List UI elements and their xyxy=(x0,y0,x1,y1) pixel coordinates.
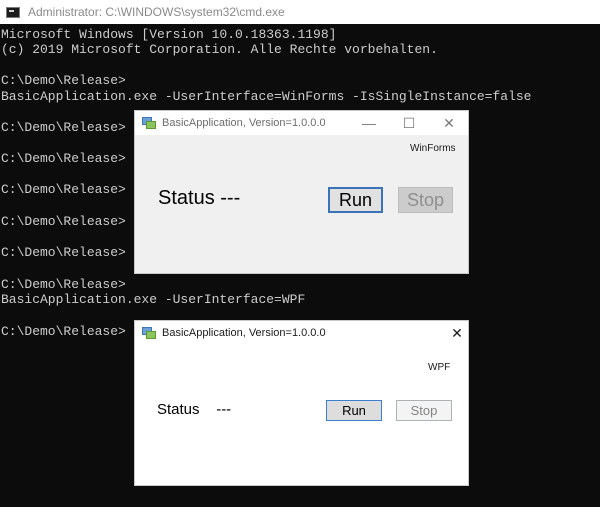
console-line: (c) 2019 Microsoft Corporation. Alle Rec… xyxy=(1,42,438,57)
cmd-icon xyxy=(6,6,20,18)
stop-button[interactable]: Stop xyxy=(398,187,453,213)
console-line: C:\Demo\Release> xyxy=(1,182,126,197)
status-label: Status --- xyxy=(157,401,232,418)
run-button[interactable]: Run xyxy=(328,187,383,213)
run-button[interactable]: Run xyxy=(326,400,382,421)
console-line: C:\Demo\Release> xyxy=(1,324,126,339)
stop-button[interactable]: Stop xyxy=(396,400,452,421)
wpf-window: BasicApplication, Version=1.0.0.0 ✕ WPF … xyxy=(134,320,469,486)
maximize-icon[interactable]: ☐ xyxy=(389,111,429,135)
app-icon xyxy=(142,327,156,339)
console-line: BasicApplication.exe -UserInterface=WinF… xyxy=(1,89,532,104)
wpf-title: BasicApplication, Version=1.0.0.0 xyxy=(162,327,326,339)
minimize-icon[interactable]: — xyxy=(349,111,389,135)
console-line: C:\Demo\Release> xyxy=(1,151,126,166)
console-line: C:\Demo\Release> xyxy=(1,73,126,88)
wpf-titlebar[interactable]: BasicApplication, Version=1.0.0.0 ✕ xyxy=(135,321,468,345)
console-title: Administrator: C:\WINDOWS\system32\cmd.e… xyxy=(28,5,285,19)
console-line: C:\Demo\Release> xyxy=(1,277,126,292)
console-titlebar[interactable]: Administrator: C:\WINDOWS\system32\cmd.e… xyxy=(0,0,600,24)
close-icon[interactable]: ✕ xyxy=(437,321,477,345)
winforms-title: BasicApplication, Version=1.0.0.0 xyxy=(162,117,326,129)
console-line: C:\Demo\Release> xyxy=(1,245,126,260)
winforms-window: BasicApplication, Version=1.0.0.0 — ☐ ✕ … xyxy=(134,110,469,274)
winforms-titlebar[interactable]: BasicApplication, Version=1.0.0.0 — ☐ ✕ xyxy=(135,111,468,135)
console-line: BasicApplication.exe -UserInterface=WPF xyxy=(1,292,306,307)
close-icon[interactable]: ✕ xyxy=(429,111,469,135)
console-line: C:\Demo\Release> xyxy=(1,214,126,229)
app-icon xyxy=(142,117,156,129)
status-label: Status --- xyxy=(158,187,241,209)
ui-type-label: WPF xyxy=(428,362,451,373)
ui-type-label: WinForms xyxy=(410,143,456,154)
console-line: Microsoft Windows [Version 10.0.18363.11… xyxy=(1,27,337,42)
console-line: C:\Demo\Release> xyxy=(1,120,126,135)
